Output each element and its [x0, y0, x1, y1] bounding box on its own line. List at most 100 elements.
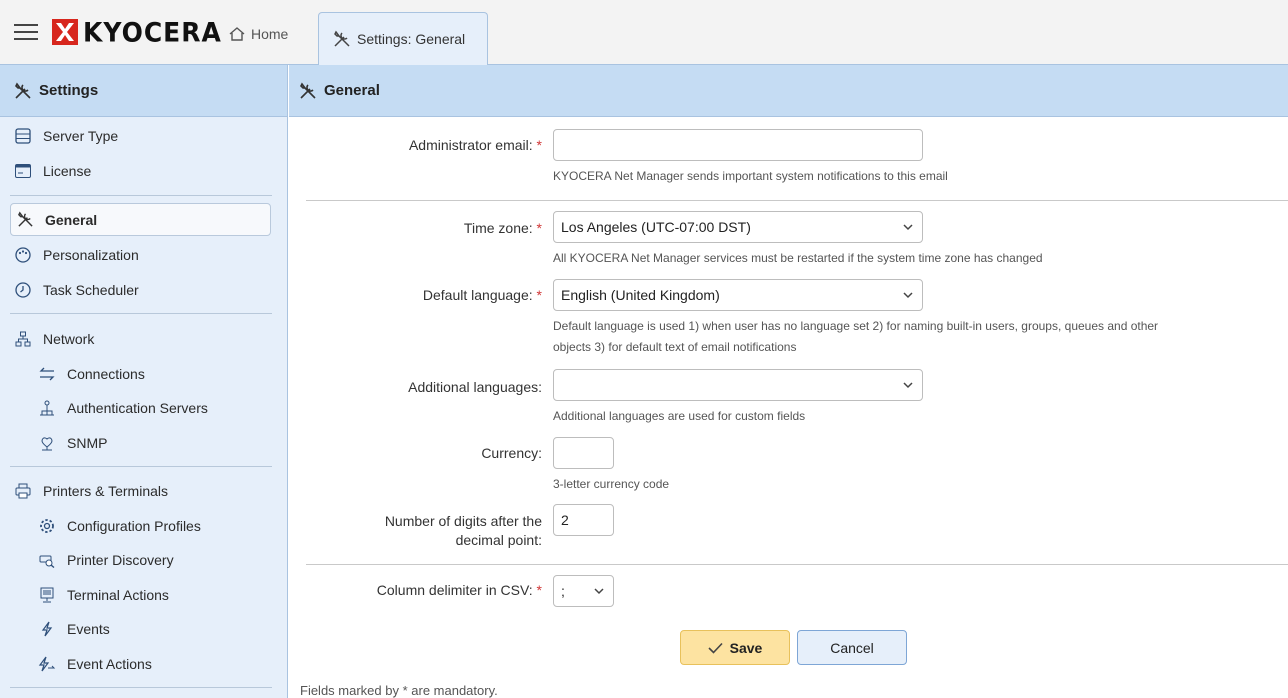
decimal-digits-field[interactable]: 2	[553, 504, 614, 536]
decimal-digits-label-line2: decimal point:	[455, 532, 542, 548]
lightning-icon	[38, 620, 56, 638]
sidebar-item-authentication-servers[interactable]: Authentication Servers	[38, 399, 208, 417]
terminal-icon	[38, 586, 56, 604]
sidebar-item-connections[interactable]: Connections	[38, 365, 145, 383]
sidebar-item-label: General	[45, 211, 98, 228]
default-language-select[interactable]: English (United Kingdom)	[553, 279, 923, 311]
required-mark: *	[536, 137, 542, 153]
csv-delimiter-label: Column delimiter in CSV: *	[300, 582, 542, 598]
chevron-down-icon	[903, 382, 913, 389]
sidebar-item-event-actions[interactable]: Event Actions	[38, 655, 152, 673]
currency-label: Currency:	[300, 445, 542, 461]
arrows-exchange-icon	[38, 365, 56, 383]
tab-home-label: Home	[251, 26, 289, 42]
additional-languages-label-text: Additional languages:	[408, 379, 542, 395]
time-zone-select[interactable]: Los Angeles (UTC-07:00 DST)	[553, 211, 923, 243]
printer-icon	[14, 482, 32, 500]
decimal-digits-label-line1: Number of digits after the	[384, 513, 542, 529]
tab-home[interactable]: Home	[228, 26, 288, 42]
chevron-down-icon	[903, 224, 913, 231]
sidebar-divider	[10, 195, 272, 196]
section-divider	[306, 564, 1288, 565]
server-icon	[14, 127, 32, 145]
sidebar-item-label: Printers & Terminals	[43, 483, 169, 499]
sidebar-item-label: Configuration Profiles	[67, 518, 201, 534]
tools-icon	[334, 30, 350, 47]
sidebar-item-printers-terminals[interactable]: Printers & Terminals	[14, 482, 168, 500]
time-zone-hint: All KYOCERA Net Manager services must be…	[553, 251, 1043, 265]
additional-languages-hint: Additional languages are used for custom…	[553, 409, 806, 423]
csv-delimiter-label-text: Column delimiter in CSV:	[376, 582, 533, 598]
sidebar-divider	[10, 466, 272, 467]
sidebar-divider	[10, 687, 272, 688]
gear-icon	[38, 517, 56, 535]
required-mark: *	[536, 582, 542, 598]
csv-delimiter-value: ;	[561, 583, 565, 599]
sidebar-item-events[interactable]: Events	[38, 620, 110, 638]
kyocera-logo[interactable]: KYOCERA	[52, 17, 222, 47]
checkmark-icon	[708, 642, 723, 654]
main-header: General	[289, 65, 1288, 117]
sidebar-item-server-type[interactable]: Server Type	[14, 127, 118, 145]
decimal-digits-value: 2	[561, 512, 569, 528]
sidebar-item-label: Connections	[67, 366, 145, 382]
sidebar-item-label: Server Type	[43, 128, 119, 144]
snmp-icon	[38, 434, 56, 452]
chevron-down-icon	[903, 292, 913, 299]
tools-icon	[300, 81, 316, 99]
currency-field[interactable]	[553, 437, 614, 469]
sidebar-item-label: Terminal Actions	[67, 587, 169, 603]
sidebar-item-license[interactable]: License	[14, 162, 91, 180]
palette-icon	[14, 246, 32, 264]
sidebar-item-label: Printer Discovery	[67, 552, 174, 568]
tab-settings-general[interactable]: Settings: General	[318, 12, 488, 65]
tools-icon	[15, 81, 31, 99]
sidebar-title: Settings	[39, 82, 99, 99]
time-zone-label: Time zone: *	[300, 220, 542, 236]
sidebar-header: Settings	[0, 65, 287, 117]
sidebar-item-general[interactable]: General	[10, 203, 271, 236]
network-icon	[14, 330, 32, 348]
section-divider	[306, 200, 1288, 201]
logo-text: KYOCERA	[83, 16, 222, 48]
admin-email-field[interactable]	[553, 129, 923, 161]
license-card-icon	[14, 162, 32, 180]
time-zone-value: Los Angeles (UTC-07:00 DST)	[561, 219, 751, 235]
sidebar-item-snmp[interactable]: SNMP	[38, 434, 107, 452]
default-language-hint-line1: Default language is used 1) when user ha…	[553, 319, 1159, 333]
admin-email-label-text: Administrator email:	[408, 137, 533, 153]
required-mark: *	[536, 220, 542, 236]
admin-email-label: Administrator email: *	[300, 137, 542, 153]
decimal-digits-label: Number of digits after the decimal point…	[300, 512, 542, 550]
sidebar-item-label: SNMP	[67, 435, 108, 451]
sidebar-item-label: Task Scheduler	[43, 282, 139, 298]
default-language-hint-line2: objects 3) for default text of email not…	[553, 340, 797, 354]
kyocera-logo-mark-icon	[52, 19, 78, 45]
save-button[interactable]: Save	[680, 630, 790, 665]
cancel-button-label: Cancel	[830, 639, 874, 656]
auth-server-icon	[38, 399, 56, 417]
required-mark: *	[536, 287, 542, 303]
csv-delimiter-select[interactable]: ;	[553, 575, 614, 607]
sidebar-item-label: Authentication Servers	[67, 400, 208, 416]
lightning-arrow-icon	[38, 655, 56, 673]
mandatory-fields-note: Fields marked by * are mandatory.	[300, 683, 498, 698]
printer-search-icon	[38, 551, 56, 569]
additional-languages-label: Additional languages:	[300, 379, 542, 395]
tab-active-label: Settings: General	[357, 31, 466, 47]
home-icon	[229, 27, 245, 41]
sidebar-item-configuration-profiles[interactable]: Configuration Profiles	[38, 517, 201, 535]
sidebar-item-terminal-actions[interactable]: Terminal Actions	[38, 586, 169, 604]
cancel-button[interactable]: Cancel	[797, 630, 907, 665]
sidebar-divider	[10, 313, 272, 314]
sidebar-item-printer-discovery[interactable]: Printer Discovery	[38, 551, 174, 569]
sidebar-item-personalization[interactable]: Personalization	[14, 246, 139, 264]
sidebar-item-label: Network	[43, 331, 95, 347]
hamburger-menu-icon[interactable]	[14, 21, 38, 43]
additional-languages-select[interactable]	[553, 369, 923, 401]
sidebar-item-network[interactable]: Network	[14, 330, 94, 348]
sidebar-item-label: License	[43, 163, 92, 179]
sidebar-item-task-scheduler[interactable]: Task Scheduler	[14, 281, 139, 299]
top-bar: KYOCERA Home Settings: General	[0, 0, 1288, 65]
time-zone-label-text: Time zone:	[463, 220, 533, 236]
